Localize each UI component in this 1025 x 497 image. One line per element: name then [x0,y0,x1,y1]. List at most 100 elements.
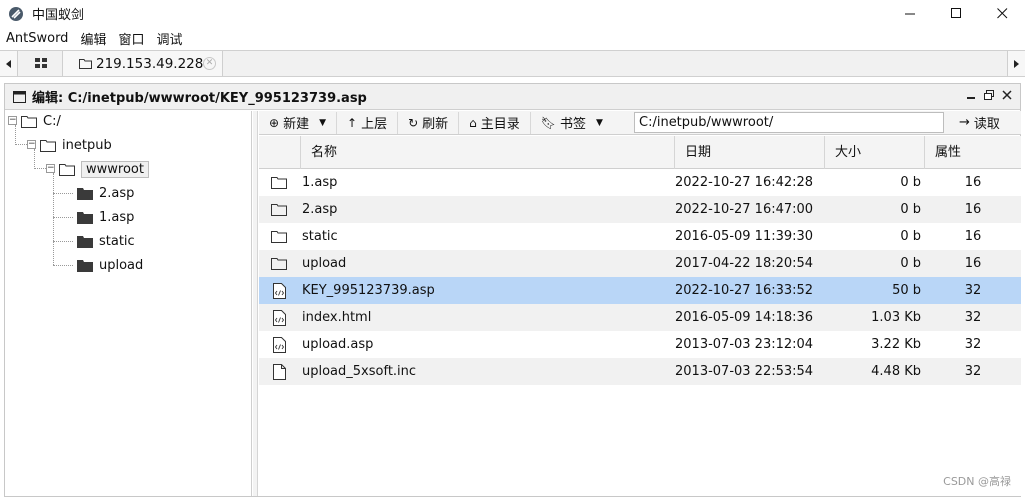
file-attr: 32 [964,364,982,379]
menu-antsword[interactable]: AntSword [0,31,74,46]
minimize-button[interactable] [887,0,933,27]
column-header-attr[interactable]: 属性 [925,136,1021,169]
tab-close-icon[interactable]: ✕ [203,57,216,70]
folder-icon [269,196,289,223]
tree-node-wwwroot[interactable]: wwwroot [59,159,149,179]
tree-collapse-toggle[interactable]: − [46,164,55,173]
folder-icon [269,169,289,196]
home-label: 主目录 [480,117,520,132]
file-name: static [302,229,338,244]
bookmark-label: 书签 [560,117,587,132]
code-file-icon [269,277,289,304]
file-size: 0 b [900,175,921,190]
refresh-icon: ↻ [408,115,419,130]
folder-open-icon [59,163,75,176]
new-button[interactable]: ⊕ 新建 ▼ [259,111,337,134]
bookmark-button[interactable]: 🔖︎ 书签 ▼ [531,112,613,134]
tree-node-child[interactable]: 2.asp [77,183,134,203]
tree-collapse-toggle[interactable]: − [8,116,17,125]
file-row[interactable]: upload 2017-04-22 18:20:54 0 b 16 [259,250,1021,277]
file-row[interactable]: index.html 2016-05-09 14:18:36 1.03 Kb 32 [259,304,1021,331]
file-date: 2013-07-03 22:53:54 [675,364,814,379]
menu-bar: AntSword 编辑 窗口 调试 [0,27,1025,49]
file-row[interactable]: upload_5xsoft.inc 2013-07-03 22:53:54 4.48… [259,358,1021,385]
column-header-name[interactable]: 名称 [301,136,675,169]
file-row[interactable]: static 2016-05-09 11:39:30 0 b 16 [259,223,1021,250]
file-toolbar: ⊕ 新建 ▼ ↑ 上层 ↻ 刷新 ⌂ 主目录 🔖︎ 书签 ▼ → 读取 [259,111,1021,135]
column-header-date[interactable]: 日期 [675,136,825,169]
refresh-button[interactable]: ↻ 刷新 [398,111,460,134]
tree-label: C:/ [43,113,61,129]
panel-header: 编辑: C:/inetpub/wwwroot/KEY_995123739.asp [5,84,1020,110]
menu-debug[interactable]: 调试 [150,29,188,48]
maximize-button[interactable] [933,0,979,27]
file-name: upload_5xsoft.inc [302,364,417,379]
close-window-button[interactable] [979,0,1025,27]
pane-splitter[interactable] [253,111,258,496]
up-button[interactable]: ↑ 上层 [337,111,399,134]
home-button[interactable]: ⌂ 主目录 [459,111,531,134]
code-file-icon [269,331,289,358]
panel-restore-icon[interactable] [984,90,994,100]
file-list: 名称 日期 大小 属性 1.asp 2022-10-27 16:42:28 0 b1… [259,136,1021,496]
tree-node-child[interactable]: 1.asp [77,207,134,227]
folder-icon [77,187,93,200]
file-size: 4.48 Kb [871,364,921,379]
new-label: 新建 [283,117,310,132]
file-attr: 32 [964,283,982,298]
file-name: upload.asp [302,337,374,352]
window-title: 中国蚁剑 [32,8,85,23]
file-name: KEY_995123739.asp [302,283,435,298]
file-attr: 32 [964,337,982,352]
file-name: 1.asp [302,175,338,190]
file-row[interactable]: KEY_995123739.asp 2022-10-27 16:33:52 50 b… [259,277,1021,304]
file-attr: 32 [964,310,982,325]
menu-window[interactable]: 窗口 [112,29,150,48]
file-row[interactable]: 2.asp 2022-10-27 16:47:00 0 b 16 [259,196,1021,223]
folder-open-icon [40,139,56,152]
directory-tree: − C:/ − inetpub − wwwroot 2.asp 1.asp st… [5,111,252,496]
antsword-logo-icon [9,6,23,21]
grid-icon [34,58,47,68]
file-date: 2017-04-22 18:20:54 [675,256,814,271]
folder-icon [269,250,289,277]
tab-host[interactable]: 219.153.49.228 ✕ [63,51,223,76]
file-attr: 16 [964,229,982,244]
tab-home[interactable] [19,51,63,76]
tree-collapse-toggle[interactable]: − [27,140,36,149]
tree-node-root[interactable]: C:/ [21,111,61,131]
tab-scroll-right-button[interactable] [1007,51,1025,76]
folder-icon [77,235,93,248]
arrow-right-icon: → [959,115,970,130]
folder-icon [79,59,92,69]
tab-scroll-left-button[interactable] [0,51,18,76]
chevron-down-icon: ▼ [319,117,326,128]
folder-open-icon [21,115,37,128]
path-input[interactable] [634,112,944,133]
file-attr: 16 [964,256,982,271]
bookmark-icon: 🔖︎ [540,115,557,130]
file-icon [269,358,289,385]
read-button[interactable]: → 读取 [949,111,1010,134]
tree-label: 1.asp [99,209,135,225]
file-name: upload [302,256,347,271]
file-manager-panel: 编辑: C:/inetpub/wwwroot/KEY_995123739.asp… [4,83,1021,497]
file-size: 0 b [900,202,921,217]
menu-edit[interactable]: 编辑 [74,29,112,48]
file-row[interactable]: 1.asp 2022-10-27 16:42:28 0 b 16 [259,169,1021,196]
file-attr: 16 [964,175,982,190]
folder-icon [269,223,289,250]
tree-node-inetpub[interactable]: inetpub [40,135,112,155]
column-header-size[interactable]: 大小 [825,136,925,169]
file-date: 2022-10-27 16:33:52 [675,283,814,298]
file-row[interactable]: upload.asp 2013-07-03 23:12:04 3.22 Kb 32 [259,331,1021,358]
tree-node-child[interactable]: static [77,231,135,251]
tree-node-child[interactable]: upload [77,255,143,275]
panel-close-icon[interactable] [1002,90,1012,100]
title-bar: 中国蚁剑 [0,0,1025,27]
file-size: 1.03 Kb [871,310,921,325]
file-date: 2016-05-09 14:18:36 [675,310,814,325]
home-icon: ⌂ [469,115,477,130]
folder-icon [77,211,93,224]
panel-minimize-icon[interactable] [966,90,976,100]
